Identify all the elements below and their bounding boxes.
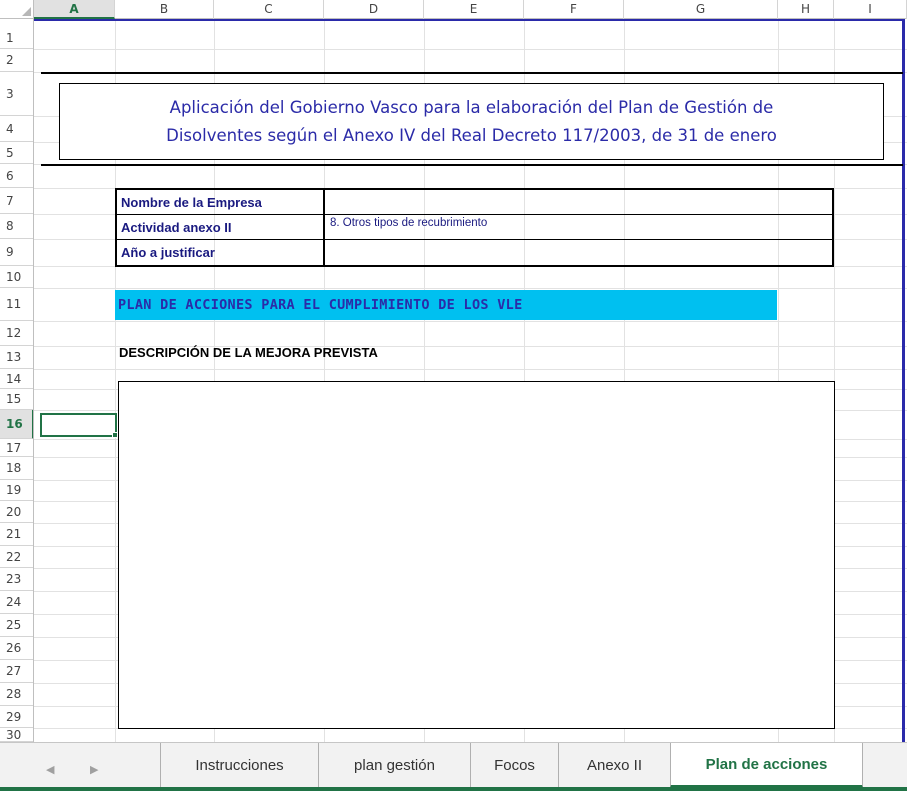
- print-area-top-edge: [34, 19, 905, 21]
- tab-plan-gestion[interactable]: plan gestión: [319, 743, 471, 787]
- info-label[interactable]: Actividad anexo II: [117, 215, 325, 239]
- activity-cell[interactable]: 8. Otros tipos de recubrimiento: [327, 215, 832, 239]
- row-header-14[interactable]: 14: [0, 369, 33, 389]
- gridline-h: [34, 49, 907, 50]
- row-header-29[interactable]: 29: [0, 706, 33, 728]
- print-area-right-edge: [902, 19, 905, 742]
- row-header-25[interactable]: 25: [0, 614, 33, 637]
- row-header-7[interactable]: 7: [0, 188, 33, 214]
- info-label[interactable]: Nombre de la Empresa: [117, 190, 325, 214]
- plan-banner[interactable]: PLAN DE ACCIONES PARA EL CUMPLIMIENTO DE…: [115, 290, 777, 320]
- company-name-cell[interactable]: [327, 190, 832, 214]
- column-header-e[interactable]: E: [424, 0, 524, 19]
- row-header-8[interactable]: 8: [0, 214, 33, 239]
- gridline-h: [34, 369, 907, 370]
- row-header-22[interactable]: 22: [0, 546, 33, 568]
- column-header-h[interactable]: H: [778, 0, 834, 19]
- info-label[interactable]: Año a justificar: [117, 240, 325, 265]
- tab-instrucciones[interactable]: Instrucciones: [160, 743, 319, 787]
- row-header-13[interactable]: 13: [0, 346, 33, 369]
- row-header-27[interactable]: 27: [0, 660, 33, 683]
- column-header-f[interactable]: F: [524, 0, 624, 19]
- column-header-i[interactable]: I: [834, 0, 907, 19]
- tab-plan-de-acciones[interactable]: Plan de acciones: [670, 743, 863, 788]
- row-header-9[interactable]: 9: [0, 239, 33, 266]
- title-box[interactable]: Aplicación del Gobierno Vasco para la el…: [59, 83, 884, 160]
- prev-sheet-icon[interactable]: ◀: [46, 763, 54, 776]
- row-header-3[interactable]: 3: [0, 72, 33, 116]
- row-header-15[interactable]: 15: [0, 389, 33, 410]
- selected-cell[interactable]: [40, 413, 117, 437]
- tab-focos[interactable]: Focos: [471, 743, 559, 787]
- title-bottom-border: [41, 164, 903, 166]
- title-line-2: Disolventes según el Anexo IV del Real D…: [166, 125, 777, 145]
- row-header-17[interactable]: 17: [0, 439, 33, 457]
- row-header-30[interactable]: 30: [0, 728, 33, 742]
- description-textbox[interactable]: [118, 381, 835, 729]
- gridline-h: [34, 321, 907, 322]
- row-header-2[interactable]: 2: [0, 49, 33, 72]
- row-header-5[interactable]: 5: [0, 142, 33, 164]
- row-header-20[interactable]: 20: [0, 501, 33, 523]
- row-header-21[interactable]: 21: [0, 523, 33, 546]
- select-all-triangle-icon: [22, 7, 31, 16]
- row-header-11[interactable]: 11: [0, 288, 33, 321]
- column-header-d[interactable]: D: [324, 0, 424, 19]
- gridline-h: [34, 288, 907, 289]
- row-header-24[interactable]: 24: [0, 591, 33, 614]
- sheet-tab-bar: ◀ ▶ Instrucciones plan gestión Focos Ane…: [0, 742, 907, 791]
- row-header-19[interactable]: 19: [0, 480, 33, 501]
- row-header-4[interactable]: 4: [0, 116, 33, 142]
- row-header-26[interactable]: 26: [0, 637, 33, 660]
- row-header-16[interactable]: 16: [0, 410, 33, 439]
- column-header-b[interactable]: B: [115, 0, 214, 19]
- column-header-a[interactable]: A: [34, 0, 115, 19]
- row-header-1[interactable]: 1: [0, 28, 33, 49]
- fill-handle[interactable]: [112, 432, 118, 438]
- column-header-g[interactable]: G: [624, 0, 778, 19]
- row-header-bar: 1 2 3 4 5 6 7 8 9 10 11 12 13 14 15 16 17 18 19 20 21 22 23 24 2…: [0, 19, 34, 742]
- tab-anexo-ii[interactable]: Anexo II: [559, 743, 671, 787]
- info-row-company: Nombre de la Empresa: [117, 190, 832, 215]
- info-row-year: Año a justificar: [117, 240, 832, 265]
- next-sheet-icon[interactable]: ▶: [90, 763, 98, 776]
- year-cell[interactable]: [327, 240, 832, 265]
- row-header-18[interactable]: 18: [0, 457, 33, 480]
- description-label[interactable]: DESCRIPCIÓN DE LA MEJORA PREVISTA: [119, 345, 378, 360]
- row-header-6[interactable]: 6: [0, 164, 33, 188]
- column-header-c[interactable]: C: [214, 0, 324, 19]
- title-top-border: [41, 72, 903, 74]
- row-header-28[interactable]: 28: [0, 683, 33, 706]
- sheet-bar-bottom-line: [0, 787, 907, 791]
- row-header-23[interactable]: 23: [0, 568, 33, 591]
- row-header-10[interactable]: 10: [0, 266, 33, 288]
- row-header-12[interactable]: 12: [0, 321, 33, 346]
- company-info-table: Nombre de la Empresa Actividad anexo II …: [115, 188, 834, 267]
- title-line-1: Aplicación del Gobierno Vasco para la el…: [169, 97, 774, 117]
- info-row-activity: Actividad anexo II 8. Otros tipos de rec…: [117, 215, 832, 240]
- page-title: Aplicación del Gobierno Vasco para la el…: [166, 94, 777, 150]
